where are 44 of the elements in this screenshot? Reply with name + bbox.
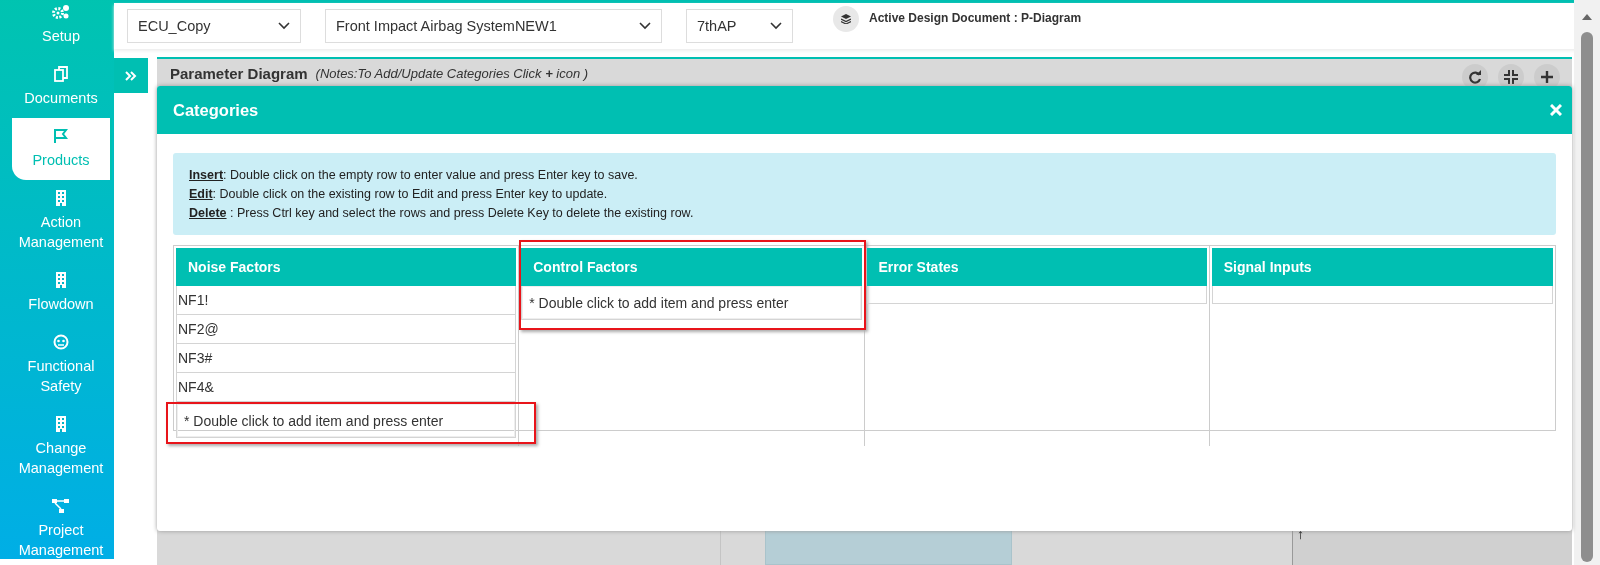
chevron-down-icon	[278, 22, 290, 30]
scrollbar[interactable]	[1574, 0, 1600, 565]
table-cell[interactable]: NF3#	[176, 344, 517, 373]
chevrons-icon	[125, 70, 137, 81]
close-icon	[1550, 104, 1562, 116]
panel-note: (Notes:To Add/Update Categories Click + icon )	[315, 65, 589, 81]
up-arrow-icon: ↑	[1297, 526, 1304, 542]
dropdown[interactable]: 7thAP	[686, 9, 793, 43]
dropdown[interactable]: ECU_Copy	[127, 9, 301, 43]
copy-icon	[54, 66, 68, 82]
refresh-icon	[1468, 70, 1482, 84]
empty-row[interactable]	[1211, 286, 1553, 304]
column-header: Control Factors	[521, 248, 862, 286]
gears-icon	[52, 4, 70, 20]
column-header: Signal Inputs	[1211, 248, 1553, 286]
add-item-row[interactable]: * Double click to add item and press enter	[176, 404, 517, 438]
hierarchy-icon	[52, 498, 70, 514]
flag-icon	[53, 128, 69, 144]
building-icon	[55, 416, 67, 432]
table-cell[interactable]: NF1!	[176, 286, 517, 315]
building-icon	[55, 190, 67, 206]
layers-icon	[841, 14, 851, 24]
empty-row[interactable]	[866, 286, 1207, 304]
layers-button[interactable]	[833, 6, 859, 32]
panel-title: Parameter Diagram	[170, 64, 308, 82]
column-header: Error States	[866, 248, 1207, 286]
column-header: Noise Factors	[176, 248, 517, 286]
active-document-label: Active Design Document : P-Diagram	[869, 11, 1082, 25]
add-item-row[interactable]: * Double click to add item and press enter	[521, 286, 862, 320]
table-cell[interactable]: NF4&	[176, 373, 517, 402]
table-cell[interactable]: NF2@	[176, 315, 517, 344]
expand-button[interactable]	[114, 58, 148, 93]
instruction-text: Insert: Double click on the empty row to enter value and press Enter key to save.	[189, 167, 639, 183]
building-icon	[55, 272, 67, 288]
dropdown[interactable]: Front Impact Airbag SystemNEW1	[325, 9, 662, 43]
chevron-down-icon	[639, 22, 651, 30]
collapse-icon	[1504, 70, 1518, 84]
dialog-title: Categories	[173, 100, 259, 120]
chevron-down-icon	[770, 22, 782, 30]
plus-icon	[1540, 70, 1554, 84]
instruction-text: Delete : Press Ctrl key and select the rows and press Delete Key to delete the existing row.	[189, 205, 695, 221]
close-button[interactable]	[1548, 102, 1564, 118]
face-icon	[53, 334, 69, 350]
instruction-text: Edit: Double click on the existing row to Edit and press Enter key to update.	[189, 186, 609, 202]
